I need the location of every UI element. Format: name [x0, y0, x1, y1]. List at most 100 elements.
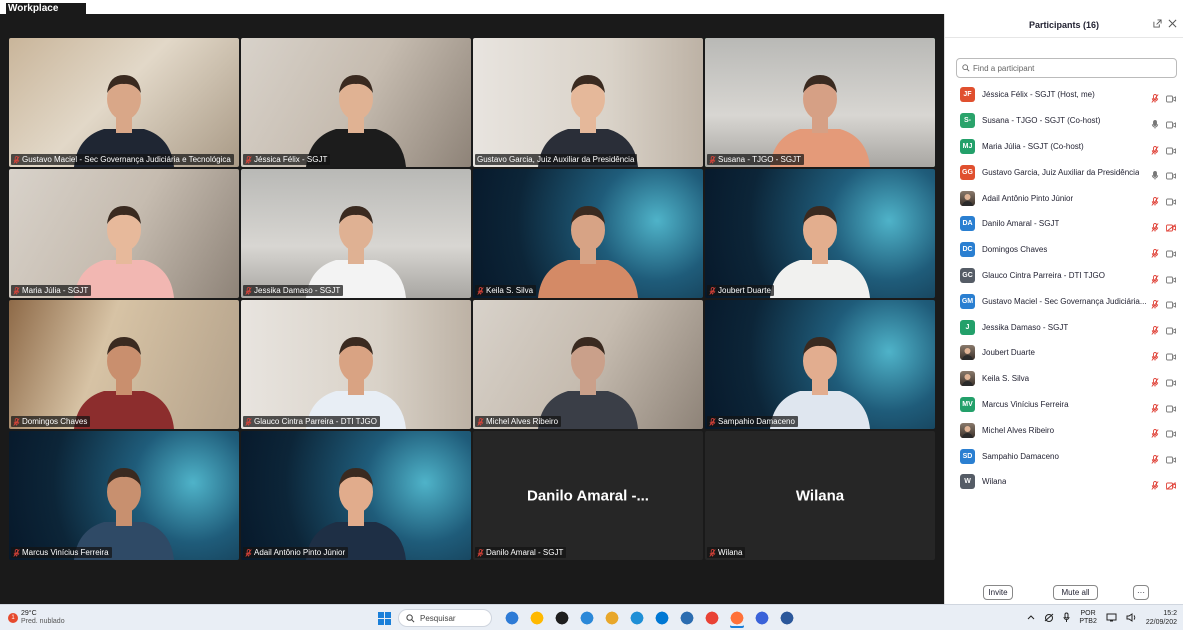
microphone-icon[interactable] [1063, 612, 1070, 624]
input-language[interactable]: POR PTB2 [1079, 610, 1097, 626]
video-tile[interactable]: Michel Alves Ribeiro [473, 300, 703, 429]
invite-button[interactable]: Invite [983, 585, 1013, 600]
mic-off-icon[interactable] [1151, 348, 1159, 366]
weather-widget[interactable]: 1 29°C Pred. nublado [8, 610, 65, 626]
video-on-icon[interactable] [1166, 193, 1176, 211]
more-options-button[interactable]: ··· [1133, 585, 1149, 600]
video-on-icon[interactable] [1166, 425, 1176, 443]
participant-row[interactable]: DA Danilo Amaral - SGJT [945, 211, 1183, 237]
video-tile[interactable]: Sampahio Damaceno [705, 300, 935, 429]
participant-row[interactable]: Keila S. Silva [945, 366, 1183, 392]
mic-off-icon[interactable] [1151, 400, 1159, 418]
participant-row[interactable]: Michel Alves Ribeiro [945, 417, 1183, 443]
close-icon[interactable] [1168, 19, 1177, 31]
participant-row[interactable]: GG Gustavo Garcia, Juiz Auxiliar da Presi… [945, 159, 1183, 185]
video-on-icon[interactable] [1166, 271, 1176, 289]
windows-start-icon[interactable] [378, 612, 391, 625]
video-on-icon[interactable] [1166, 348, 1176, 366]
mic-off-icon[interactable] [1151, 374, 1159, 392]
video-tile[interactable]: Gustavo Garcia, Juiz Auxiliar da Presidê… [473, 38, 703, 167]
taskbar-app-icon[interactable] [704, 610, 720, 626]
mute-all-button[interactable]: Mute all [1053, 585, 1098, 600]
video-on-icon[interactable] [1166, 296, 1176, 314]
video-tile[interactable]: Joubert Duarte [705, 169, 935, 298]
video-tile[interactable]: Jessika Damaso - SGJT [241, 169, 471, 298]
clock-date: 22/09/202 [1145, 619, 1177, 626]
video-off-icon[interactable] [1166, 477, 1176, 495]
video-on-icon[interactable] [1166, 374, 1176, 392]
mic-off-icon[interactable] [1151, 142, 1159, 160]
participant-row[interactable]: Adail Antônio Pinto Júnior [945, 185, 1183, 211]
network-icon[interactable] [1044, 613, 1054, 624]
video-on-icon[interactable] [1166, 451, 1176, 469]
video-on-icon[interactable] [1166, 322, 1176, 340]
participant-row[interactable]: GC Glauco Cintra Parreira - DTI TJGO [945, 263, 1183, 289]
display-icon[interactable] [1106, 613, 1117, 624]
participant-row[interactable]: J Jessika Damaso - SGJT [945, 314, 1183, 340]
mic-on-icon[interactable] [1151, 116, 1159, 134]
pop-out-icon[interactable] [1153, 19, 1162, 31]
mic-off-icon [477, 548, 484, 557]
mic-off-icon[interactable] [1151, 451, 1159, 469]
participant-row[interactable]: SD Sampahio Damaceno [945, 443, 1183, 469]
participant-row[interactable]: DC Domingos Chaves [945, 237, 1183, 263]
video-on-icon[interactable] [1166, 245, 1176, 263]
taskbar-search[interactable]: Pesquisar [398, 609, 492, 627]
taskbar-app-icon[interactable] [679, 610, 695, 626]
video-tile[interactable]: Gustavo Maciel - Sec Governança Judiciár… [9, 38, 239, 167]
taskbar-app-icon[interactable] [579, 610, 595, 626]
mic-on-icon[interactable] [1151, 167, 1159, 185]
mic-off-icon[interactable] [1151, 271, 1159, 289]
search-input[interactable] [973, 63, 1163, 73]
participant-row[interactable]: GM Gustavo Maciel - Sec Governança Judici… [945, 288, 1183, 314]
mic-off-icon[interactable] [1151, 296, 1159, 314]
taskbar-app-icon[interactable] [604, 610, 620, 626]
speaker-icon[interactable] [1126, 612, 1137, 624]
taskbar-app-icon[interactable] [729, 610, 745, 626]
participant-row[interactable]: MV Marcus Vinícius Ferreira [945, 392, 1183, 418]
taskbar-app-icon[interactable] [754, 610, 770, 626]
mic-off-icon [245, 417, 252, 426]
video-on-icon[interactable] [1166, 400, 1176, 418]
participant-list-name: Jessika Damaso - SGJT [982, 322, 1069, 332]
mic-off-icon[interactable] [1151, 477, 1159, 495]
taskbar-app-icon[interactable] [504, 610, 520, 626]
taskbar-app-icon[interactable] [779, 610, 795, 626]
taskbar-app-icon[interactable] [654, 610, 670, 626]
video-off-icon[interactable] [1166, 219, 1176, 237]
video-on-icon[interactable] [1166, 90, 1176, 108]
mic-off-icon[interactable] [1151, 425, 1159, 443]
chevron-up-icon[interactable] [1027, 614, 1035, 622]
video-tile[interactable]: Jéssica Félix - SGJT [241, 38, 471, 167]
video-tile[interactable]: Maria Júlia - SGJT [9, 169, 239, 298]
video-tile[interactable]: Marcus Vinícius Ferreira [9, 431, 239, 560]
taskbar-app-icon[interactable] [554, 610, 570, 626]
participant-row[interactable]: MJ Maria Júlia - SGJT (Co-host) [945, 134, 1183, 160]
participant-list-name: Adail Antônio Pinto Júnior [982, 193, 1074, 203]
mic-off-icon[interactable] [1151, 193, 1159, 211]
taskbar-app-icon[interactable] [629, 610, 645, 626]
participant-row[interactable]: S- Susana - TJGO - SGJT (Co-host) [945, 108, 1183, 134]
video-on-icon[interactable] [1166, 167, 1176, 185]
participant-list-name: Gustavo Maciel - Sec Governança Judiciár… [982, 296, 1147, 306]
mic-off-icon[interactable] [1151, 322, 1159, 340]
participant-row[interactable]: JF Jéssica Félix - SGJT (Host, me) [945, 82, 1183, 108]
video-tile[interactable]: Adail Antônio Pinto Júnior [241, 431, 471, 560]
taskbar-app-icon[interactable] [529, 610, 545, 626]
participant-search[interactable] [956, 58, 1177, 78]
video-tile[interactable]: Susana - TJGO - SGJT [705, 38, 935, 167]
clock[interactable]: 15:2 22/09/202 [1146, 609, 1177, 627]
mic-off-icon[interactable] [1151, 90, 1159, 108]
video-on-icon[interactable] [1166, 116, 1176, 134]
video-tile[interactable]: Keila S. Silva [473, 169, 703, 298]
participant-row[interactable]: Joubert Duarte [945, 340, 1183, 366]
mic-off-icon[interactable] [1151, 245, 1159, 263]
video-on-icon[interactable] [1166, 142, 1176, 160]
lang-bottom: PTB2 [1079, 618, 1097, 625]
participant-row[interactable]: W Wilana [945, 469, 1183, 495]
video-tile[interactable]: Glauco Cintra Parreira - DTI TJGO [241, 300, 471, 429]
mic-off-icon[interactable] [1151, 219, 1159, 237]
video-tile[interactable]: Wilana Wilana [705, 431, 935, 560]
video-tile[interactable]: Danilo Amaral -... Danilo Amaral - SGJT [473, 431, 703, 560]
video-tile[interactable]: Domingos Chaves [9, 300, 239, 429]
